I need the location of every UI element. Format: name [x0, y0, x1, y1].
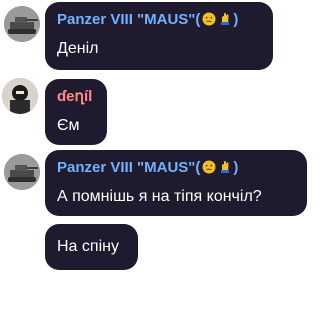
profile-photo-icon: [2, 78, 38, 114]
tank-photo-icon: [4, 154, 40, 190]
avatar-denil[interactable]: [2, 78, 38, 114]
sender-name[interactable]: Panzer VIII "MAUS"( ): [57, 2, 261, 32]
message-text: Єм: [57, 117, 80, 134]
message-bubble[interactable]: ɗeղíl Єм: [45, 79, 107, 145]
chat-log: Panzer VIII "MAUS"( ) Деніл ɗeղíl Єм Pan…: [0, 0, 309, 320]
message-bubble[interactable]: Panzer VIII "MAUS"( ) А помнішь я на тіп…: [45, 150, 307, 216]
message-bubble[interactable]: На спіну: [45, 224, 138, 270]
avatar-panzer[interactable]: [4, 6, 40, 42]
hand-icon: [221, 13, 230, 25]
avatar-panzer[interactable]: [4, 154, 40, 190]
thinking-face-icon: [202, 12, 216, 26]
thinking-face-icon: [202, 160, 216, 174]
message-text: А помнішь я на тіпя кончіл?: [57, 188, 262, 205]
sender-name[interactable]: Panzer VIII "MAUS"( ): [57, 150, 295, 180]
message-text: Деніл: [57, 40, 99, 57]
message-text: На спіну: [57, 238, 119, 255]
hand-icon: [221, 161, 230, 173]
sender-name[interactable]: ɗeղíl: [57, 79, 95, 109]
tank-photo-icon: [4, 6, 40, 42]
message-bubble[interactable]: Panzer VIII "MAUS"( ) Деніл: [45, 2, 273, 70]
